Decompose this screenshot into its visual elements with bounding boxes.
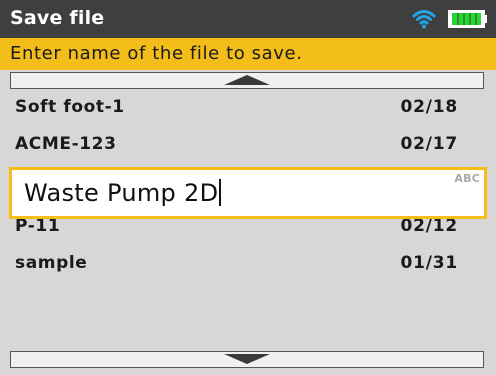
scroll-up-button[interactable]	[10, 72, 484, 89]
title-bar: Save file	[0, 0, 496, 38]
screen-title: Save file	[10, 7, 105, 29]
file-date: 01/31	[400, 253, 458, 273]
scroll-down-icon	[224, 354, 270, 364]
file-name: Soft foot-1	[15, 97, 125, 117]
instruction-text: Enter name of the file to save.	[10, 43, 303, 64]
save-file-screen: Save file Enter name of the file to save…	[0, 0, 496, 375]
filename-value: Waste Pump 2D	[24, 179, 219, 207]
filename-input-text: Waste Pump 2D	[24, 179, 222, 207]
instruction-bar: Enter name of the file to save.	[0, 38, 496, 70]
text-cursor	[219, 179, 222, 206]
file-date: 02/17	[400, 134, 458, 154]
input-mode-indicator: ABC	[454, 172, 480, 185]
file-row[interactable]: Soft foot-1 02/18	[0, 90, 496, 124]
file-name: ACME-123	[15, 134, 117, 154]
file-date: 02/18	[400, 97, 458, 117]
filename-input[interactable]: Waste Pump 2D ABC	[9, 167, 487, 219]
file-name: sample	[15, 253, 88, 273]
file-row[interactable]: ACME-123 02/17	[0, 127, 496, 161]
wifi-icon	[412, 10, 436, 29]
battery-icon	[448, 10, 487, 28]
scroll-down-button[interactable]	[10, 351, 484, 368]
file-date: 02/12	[400, 216, 458, 236]
file-row[interactable]: sample 01/31	[0, 246, 496, 280]
scroll-up-icon	[224, 75, 270, 85]
file-name: P-11	[15, 216, 61, 236]
